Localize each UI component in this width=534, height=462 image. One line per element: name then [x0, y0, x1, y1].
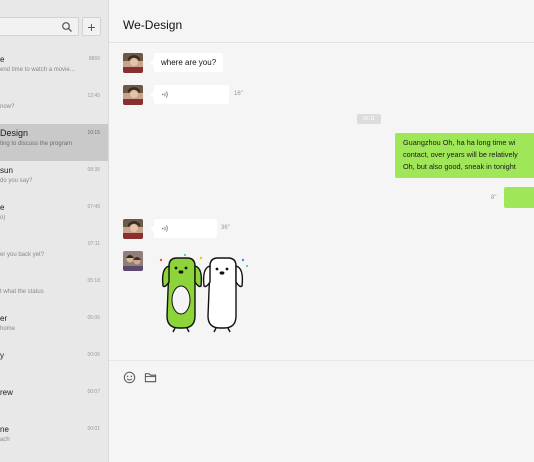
chat-item-preview: ting to discuss the program [0, 141, 73, 147]
chat-list-item[interactable]: y 00:06 [0, 346, 108, 383]
chat-item-preview: do you say? [0, 178, 33, 184]
chat-item-name: er [0, 314, 8, 323]
message-text-line: Oh, but also good, sneak in tonight [403, 162, 516, 171]
header-divider [109, 42, 534, 43]
avatar-photo-icon [123, 251, 143, 271]
search-icon[interactable] [61, 21, 73, 33]
folder-icon[interactable] [144, 371, 157, 384]
received-message-bubble[interactable]: where are you? [149, 53, 224, 72]
chat-item-name: Design [0, 128, 29, 138]
avatar-photo-icon [123, 219, 143, 239]
chat-item-name: e [0, 55, 5, 64]
chat-item-time: 05:06 [87, 315, 100, 321]
chat-item-preview: home [0, 326, 16, 332]
voice-duration: 16" [234, 91, 243, 97]
message-text: where are you? [161, 58, 217, 67]
add-chat-button[interactable]: + [82, 17, 101, 36]
chat-item-time: 05:18 [87, 278, 100, 284]
voice-duration: 36" [221, 225, 230, 231]
chat-item-time: 00:07 [87, 389, 100, 395]
sent-voice-message[interactable] [504, 187, 534, 208]
chat-list-item[interactable]: now? 12:45 [0, 87, 108, 124]
chat-list-item[interactable]: t what the status 05:18 [0, 272, 108, 309]
chat-item-time: 10:15 [87, 130, 100, 136]
chat-list-item[interactable]: er home 05:06 [0, 309, 108, 346]
chat-window: We-Design where are you? 16" 00:11 Guang… [109, 0, 534, 462]
chat-item-name: rew [0, 388, 13, 397]
avatar-photo-icon [123, 53, 143, 73]
chat-list-item[interactable]: ne ach 00:01 [0, 420, 108, 457]
chat-item-preview: t what the status [0, 289, 44, 295]
chat-item-time: 00:06 [87, 352, 100, 358]
plus-icon: + [87, 18, 96, 35]
chat-list-item[interactable]: sun do you say? 08:35 [0, 161, 108, 198]
chat-item-name: ne [0, 425, 9, 434]
chat-list-item-selected[interactable]: Design ting to discuss the program 10:15 [0, 124, 108, 161]
chat-item-name: e [0, 203, 5, 212]
chat-title: We-Design [123, 18, 183, 32]
chat-item-preview: o) [0, 215, 6, 221]
chat-item-preview: er you back yet? [0, 252, 45, 258]
chat-item-time: 07:11 [87, 241, 100, 247]
contact-avatar[interactable] [123, 85, 143, 105]
search-input[interactable] [0, 17, 79, 36]
chat-item-preview: ach [0, 437, 10, 443]
contact-avatar[interactable] [123, 53, 143, 73]
chat-item-name: sun [0, 166, 13, 175]
chat-item-preview: now? [0, 104, 15, 110]
chat-list-item[interactable]: e end time to watch a movie... 8866 [0, 50, 108, 87]
emoji-icon[interactable] [123, 371, 136, 384]
chat-item-time: 08:35 [87, 167, 100, 173]
dog-sticker-image[interactable] [155, 252, 250, 334]
voice-wave-icon [161, 225, 168, 232]
received-voice-message[interactable] [150, 85, 229, 104]
contact-avatar[interactable] [123, 219, 143, 239]
chat-item-name: y [0, 351, 4, 360]
contact-avatar[interactable] [123, 251, 143, 271]
input-divider [109, 360, 534, 361]
sent-message-bubble[interactable]: Guangzhou Oh, ha ha long time wi contact… [395, 133, 534, 178]
avatar-photo-icon [123, 85, 143, 105]
chat-item-time: 07:45 [87, 204, 100, 210]
voice-wave-icon [161, 91, 168, 98]
chat-item-time: 12:45 [87, 93, 100, 99]
received-voice-message[interactable] [150, 219, 217, 238]
search-row: + [0, 0, 108, 50]
chat-item-preview: end time to watch a movie... [0, 67, 75, 73]
chat-list-item[interactable]: e o) 07:45 [0, 198, 108, 235]
time-divider: 00:11 [357, 114, 381, 124]
chat-list-item[interactable]: rew 00:07 [0, 383, 108, 420]
chat-item-time: 8866 [88, 56, 100, 62]
message-text-line: Guangzhou Oh, ha ha long time wi [403, 138, 516, 147]
message-text-line: contact, over years will be relatively [403, 150, 518, 159]
chat-list-sidebar: + e end time to watch a movie... 8866 no… [0, 0, 109, 462]
chat-list-item[interactable]: er you back yet? 07:11 [0, 235, 108, 272]
voice-duration: 8" [491, 195, 497, 201]
chat-item-time: 00:01 [87, 426, 100, 432]
